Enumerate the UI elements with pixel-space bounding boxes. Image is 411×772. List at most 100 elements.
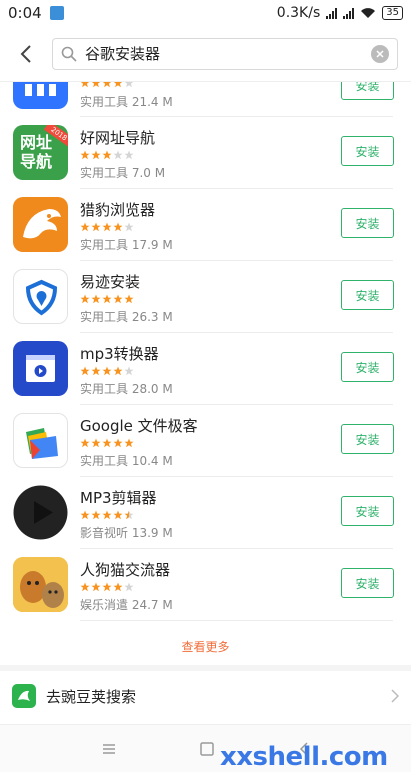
back-arrow-icon[interactable] [0, 26, 52, 82]
menu-icon[interactable] [102, 743, 116, 755]
app-meta: 实用工具 26.3 M [80, 310, 173, 324]
star-icon [80, 366, 90, 376]
star-icon [91, 294, 101, 304]
list-item[interactable]: 猎豹浏览器 实用工具 17.9 M 安装 [0, 189, 411, 261]
web-nav-icon: 网址 导航 2018 [13, 125, 68, 180]
star-icon [102, 294, 112, 304]
star-icon [124, 366, 134, 376]
star-icon [91, 222, 101, 232]
shield-icon [13, 269, 68, 324]
app-meta: 实用工具 28.0 M [80, 382, 173, 396]
app-meta: 实用工具 10.4 M [80, 454, 173, 468]
dog-cat-icon [13, 557, 68, 612]
clock: 0:04 [8, 4, 42, 22]
star-icon [80, 582, 90, 592]
search-header: 谷歌安装器 [0, 26, 411, 82]
watermark: xxshell.com [220, 742, 388, 772]
app-name: 猎豹浏览器 [80, 201, 156, 219]
list-item[interactable]: 易迹安装 实用工具 26.3 M 安装 [0, 261, 411, 333]
star-icon [102, 510, 112, 520]
rating-stars [80, 366, 134, 376]
star-icon [113, 582, 123, 592]
list-item[interactable]: Google 文件极客 实用工具 10.4 M 安装 [0, 405, 411, 477]
install-button[interactable]: 安装 [341, 568, 394, 598]
install-button[interactable]: 安装 [341, 496, 394, 526]
app-name: 人狗猫交流器 [80, 561, 171, 579]
star-icon [80, 510, 90, 520]
star-icon [124, 82, 134, 88]
star-icon [102, 150, 112, 160]
install-button[interactable]: 安装 [341, 82, 394, 100]
play-icon [13, 485, 68, 540]
home-icon[interactable] [200, 741, 215, 756]
rating-stars [80, 438, 134, 448]
star-icon [91, 82, 101, 88]
network-speed: 0.3K/s [276, 5, 321, 21]
rating-stars [80, 150, 134, 160]
app-name: 好网址导航 [80, 129, 156, 147]
star-icon [80, 438, 90, 448]
star-icon [102, 222, 112, 232]
star-icon [91, 582, 101, 592]
install-button[interactable]: 安装 [341, 136, 394, 166]
rating-stars [80, 510, 134, 520]
star-icon [80, 294, 90, 304]
star-icon [124, 294, 134, 304]
app-meta: 实用工具 7.0 M [80, 166, 166, 180]
star-icon [113, 82, 123, 88]
wandoujia-icon [12, 684, 36, 708]
install-button[interactable]: 安装 [341, 424, 394, 454]
install-button[interactable]: 安装 [341, 280, 394, 310]
see-more-link[interactable]: 查看更多 [0, 628, 411, 664]
list-item[interactable]: 人狗猫交流器 娱乐消遣 24.7 M 安装 [0, 549, 411, 621]
star-icon [80, 222, 90, 232]
install-button[interactable]: 安装 [341, 352, 394, 382]
cheetah-icon [13, 197, 68, 252]
app-name: Google 文件极客 [80, 417, 198, 435]
star-icon [113, 510, 123, 520]
status-bar: 0:04 0.3K/s 35 [0, 0, 411, 26]
wandoujia-label: 去豌豆荚搜索 [46, 687, 137, 706]
star-icon [124, 510, 134, 520]
app-name: 易迹安装 [80, 273, 141, 291]
star-icon [113, 222, 123, 232]
search-icon [61, 46, 77, 62]
star-icon [102, 438, 112, 448]
app-meta: 娱乐消遣 24.7 M [80, 598, 173, 612]
star-icon [91, 438, 101, 448]
app-meta: 实用工具 17.9 M [80, 238, 173, 252]
star-icon [91, 150, 101, 160]
notification-icon [49, 6, 64, 20]
list-item[interactable]: 网址 导航 2018 好网址导航 实用工具 7.0 M 安装 [0, 117, 411, 189]
install-button[interactable]: 安装 [341, 208, 394, 238]
mp3-converter-icon [13, 341, 68, 396]
star-icon [102, 366, 112, 376]
list-item[interactable]: MP3剪辑器 影音视听 13.9 M 安装 [0, 477, 411, 549]
wandoujia-search-row[interactable]: 去豌豆荚搜索 [0, 671, 411, 721]
app-name: mp3转换器 [80, 345, 159, 363]
app-list: 实用工具 21.4 M 安装 网址 导航 2018 好网址导航 实用工具 7.0 … [0, 82, 411, 621]
star-icon [113, 438, 123, 448]
clear-icon[interactable] [371, 44, 389, 63]
app-meta: 实用工具 21.4 M [80, 95, 173, 109]
app-name: MP3剪辑器 [80, 489, 157, 507]
list-item[interactable]: mp3转换器 实用工具 28.0 M 安装 [0, 333, 411, 405]
star-icon [80, 82, 90, 88]
star-icon [91, 366, 101, 376]
search-query[interactable]: 谷歌安装器 [85, 43, 371, 64]
star-icon [124, 438, 134, 448]
app-meta: 影音视听 13.9 M [80, 526, 173, 540]
search-input[interactable]: 谷歌安装器 [52, 37, 398, 70]
battery-icon: 35 [382, 6, 403, 20]
app-blue-icon [13, 82, 68, 109]
star-icon [102, 582, 112, 592]
star-icon [124, 582, 134, 592]
star-icon [80, 150, 90, 160]
rating-stars [80, 294, 134, 304]
list-item[interactable]: 实用工具 21.4 M 安装 [0, 82, 411, 117]
files-go-icon [13, 413, 68, 468]
signal-icon [326, 7, 338, 19]
star-icon [102, 82, 112, 88]
star-icon [113, 366, 123, 376]
wifi-icon [361, 8, 376, 18]
